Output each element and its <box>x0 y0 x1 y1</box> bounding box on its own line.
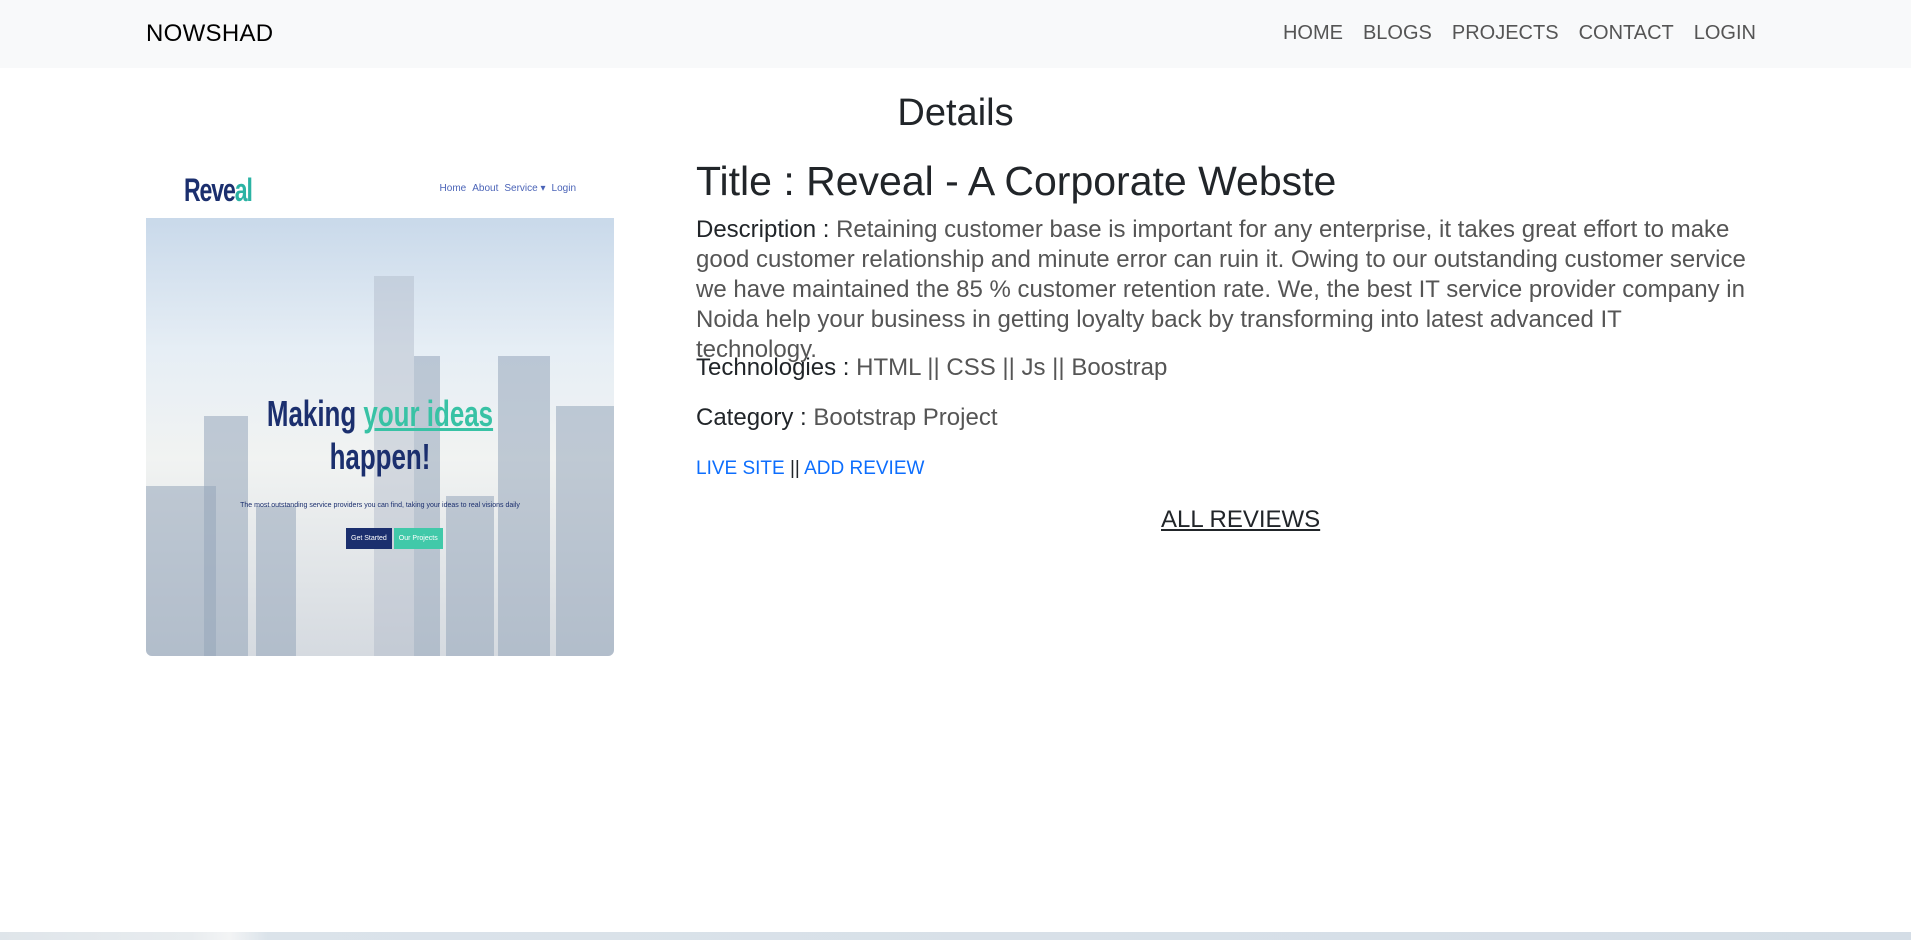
bottom-strip <box>0 932 1911 940</box>
technologies-label: Technologies : <box>696 354 850 381</box>
project-description: Description : Retaining customer base is… <box>696 215 1746 365</box>
nav-links: HOME BLOGS PROJECTS CONTACT LOGIN <box>1283 22 1756 45</box>
screenshot-logo: Reveal <box>184 172 253 208</box>
screenshot-nav-item: Home <box>439 183 467 194</box>
brand-logo[interactable]: NOWSHAD <box>146 20 273 48</box>
project-links: LIVE SITE || ADD REVIEW <box>696 458 924 480</box>
screenshot-nav-item: About <box>472 183 499 194</box>
project-screenshot: Reveal Home About Service ▾ Login Making… <box>146 160 614 656</box>
category-text: Bootstrap Project <box>813 404 998 431</box>
navbar: NOWSHAD HOME BLOGS PROJECTS CONTACT LOGI… <box>0 0 1911 68</box>
screenshot-button: Our Projects <box>393 528 443 549</box>
description-label: Description : <box>696 216 830 243</box>
building <box>256 506 296 656</box>
building <box>556 406 614 656</box>
add-review-link[interactable]: ADD REVIEW <box>804 458 924 479</box>
project-category: Category : Bootstrap Project <box>696 404 997 432</box>
all-reviews-link[interactable]: ALL REVIEWS <box>1161 506 1320 534</box>
screenshot-button: Get Started <box>346 528 392 549</box>
screenshot-nav-item: Service ▾ <box>504 183 546 194</box>
description-text: Retaining customer base is important for… <box>696 216 1746 363</box>
nav-login-link[interactable]: LOGIN <box>1694 22 1756 45</box>
technologies-text: HTML || CSS || Js || Boostrap <box>856 354 1168 381</box>
live-site-link[interactable]: LIVE SITE <box>696 458 785 479</box>
screenshot-nav-item: Login <box>551 183 576 194</box>
project-technologies: Technologies : HTML || CSS || Js || Boos… <box>696 354 1167 382</box>
category-label: Category : <box>696 404 807 431</box>
nav-blogs-link[interactable]: BLOGS <box>1363 22 1432 45</box>
screenshot-headline: Making your ideas happen! <box>266 393 494 478</box>
screenshot-buttons: Get Started Our Projects <box>346 528 443 549</box>
project-title: Title : Reveal - A Corporate Webste <box>696 158 1337 204</box>
nav-home-link[interactable]: HOME <box>1283 22 1343 45</box>
screenshot-header: Reveal Home About Service ▾ Login <box>146 160 614 218</box>
nav-contact-link[interactable]: CONTACT <box>1579 22 1674 45</box>
page-title: Details <box>897 92 1014 134</box>
link-separator: || <box>789 458 800 479</box>
screenshot-tagline: The most outstanding service providers y… <box>240 502 520 509</box>
nav-projects-link[interactable]: PROJECTS <box>1452 22 1559 45</box>
screenshot-nav: Home About Service ▾ Login <box>440 183 576 194</box>
building <box>446 496 494 656</box>
